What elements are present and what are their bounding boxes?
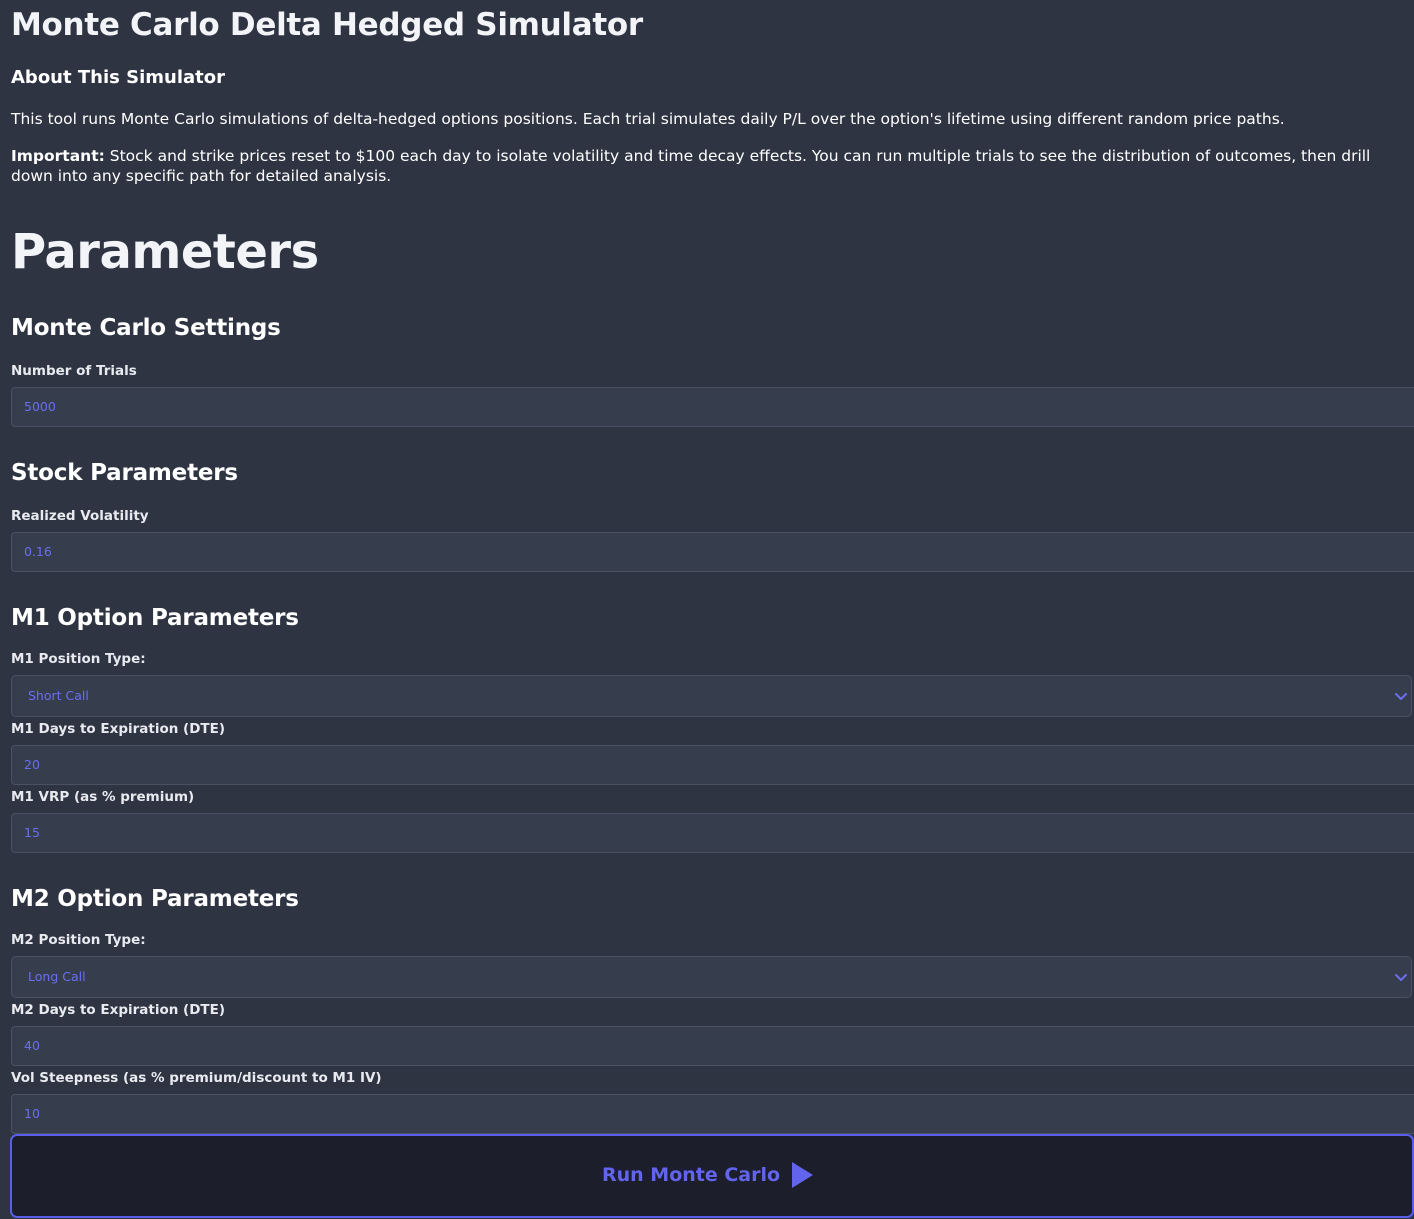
m2-option-parameters-heading: M2 Option Parameters (11, 886, 299, 912)
realized-volatility-label: Realized Volatility (11, 508, 149, 524)
important-label: Important: (11, 147, 105, 165)
chevron-down-icon (1395, 693, 1407, 700)
about-important-note: Important: Stock and strike prices reset… (11, 146, 1403, 186)
app-title: Monte Carlo Delta Hedged Simulator (11, 7, 643, 43)
m2-dte-value: 40 (24, 1038, 40, 1053)
run-monte-carlo-button[interactable]: Run Monte Carlo (10, 1134, 1414, 1218)
vol-steepness-label: Vol Steepness (as % premium/discount to … (11, 1070, 382, 1086)
realized-volatility-input[interactable]: 0.16 (11, 532, 1414, 572)
m1-vrp-label: M1 VRP (as % premium) (11, 789, 195, 805)
vol-steepness-input[interactable]: 10 (11, 1094, 1414, 1134)
trials-input[interactable]: 5000 (11, 387, 1414, 427)
parameters-heading: Parameters (11, 224, 319, 280)
monte-carlo-settings-heading: Monte Carlo Settings (11, 315, 281, 341)
about-description: This tool runs Monte Carlo simulations o… (11, 110, 1285, 128)
m1-position-type-label: M1 Position Type: (11, 651, 146, 667)
m2-position-type-value: Long Call (28, 969, 86, 984)
trials-label: Number of Trials (11, 363, 137, 379)
trials-input-value: 5000 (24, 399, 56, 414)
vol-steepness-value: 10 (24, 1106, 40, 1121)
simulator-page: Monte Carlo Delta Hedged Simulator About… (0, 0, 1414, 1219)
about-heading: About This Simulator (11, 67, 225, 88)
m1-position-type-value: Short Call (28, 688, 89, 703)
m2-position-type-label: M2 Position Type: (11, 932, 146, 948)
m1-dte-input[interactable]: 20 (11, 745, 1414, 785)
m1-option-parameters-heading: M1 Option Parameters (11, 605, 299, 631)
m1-position-type-select[interactable]: Short Call (11, 675, 1412, 717)
m2-position-type-select[interactable]: Long Call (11, 956, 1412, 998)
play-icon (792, 1162, 813, 1188)
chevron-down-icon (1395, 974, 1407, 981)
m1-vrp-input[interactable]: 15 (11, 813, 1414, 853)
stock-parameters-heading: Stock Parameters (11, 460, 238, 486)
m1-dte-value: 20 (24, 757, 40, 772)
realized-volatility-value: 0.16 (24, 544, 52, 559)
m1-vrp-value: 15 (24, 825, 40, 840)
important-text: Stock and strike prices reset to $100 ea… (11, 147, 1371, 185)
m1-dte-label: M1 Days to Expiration (DTE) (11, 721, 226, 737)
run-button-label: Run Monte Carlo (602, 1164, 781, 1186)
m2-dte-label: M2 Days to Expiration (DTE) (11, 1002, 226, 1018)
m2-dte-input[interactable]: 40 (11, 1026, 1414, 1066)
